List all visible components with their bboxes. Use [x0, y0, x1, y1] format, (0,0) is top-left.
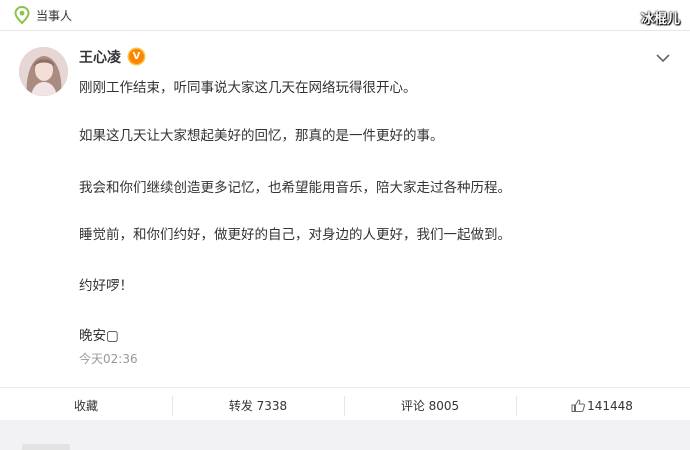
favorite-label: 收藏 [73, 399, 98, 413]
repost-label: 转发 7338 [228, 399, 288, 413]
top-bar: 当事人 冰棍儿 [0, 0, 690, 31]
chevron-down-icon[interactable] [656, 53, 670, 63]
post-timestamp[interactable]: 今天02:36 [79, 350, 138, 367]
post-card: 王心凌 V 刚刚工作结束，听同事说大家这几天在网络玩得很开心。 如果这几天让大家… [0, 31, 690, 420]
post-text-line: 晚安▢ [79, 328, 119, 344]
post-text-line: 我会和你们继续创造更多记忆，也希望能用音乐，陪大家走过各种历程。 [79, 180, 511, 196]
post-text-line: 如果这几天让大家想起美好的回忆，那真的是一件更好的事。 [79, 128, 444, 144]
location-pin-icon [14, 6, 30, 24]
like-button[interactable]: 141448 [516, 388, 688, 421]
comment-button[interactable]: 评论 8005 [344, 388, 516, 421]
post-text-line: 约好啰！ [79, 278, 133, 294]
section-label: 当事人 [36, 9, 73, 23]
post-text-line: 睡觉前，和你们约好，做更好的自己，对身边的人更好，我们一起做到。 [79, 227, 511, 243]
comment-label: 评论 8005 [400, 399, 460, 413]
action-bar: 收藏 转发 7338 评论 8005 141448 [0, 387, 690, 421]
avatar[interactable] [19, 47, 68, 96]
watermark-text: 冰棍儿 [640, 12, 680, 27]
thumbs-up-icon [571, 399, 586, 412]
like-count: 141448 [587, 399, 633, 413]
username[interactable]: 王心凌 [79, 47, 121, 67]
post-text-line: 刚刚工作结束，听同事说大家这几天在网络玩得很开心。 [79, 80, 417, 96]
bottom-strip [0, 420, 690, 450]
repost-button[interactable]: 转发 7338 [172, 388, 344, 421]
tab-stub [22, 444, 70, 450]
favorite-button[interactable]: 收藏 [0, 388, 172, 421]
verified-badge-icon: V [129, 49, 144, 64]
